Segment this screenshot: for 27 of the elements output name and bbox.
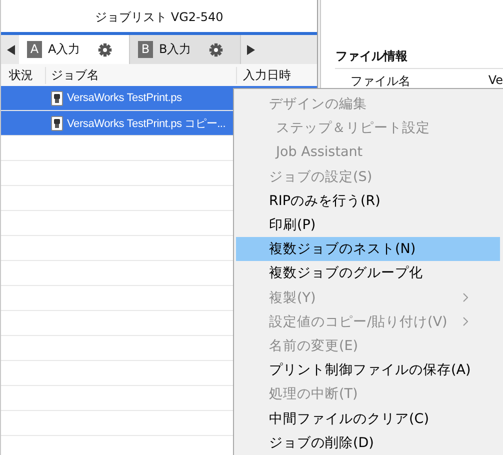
file-icon — [51, 116, 63, 130]
queue-badge: B — [138, 41, 153, 58]
field-label: ファイル名 — [350, 73, 412, 90]
menu-item[interactable]: ジョブの削除(D) — [234, 430, 503, 455]
settings-icon[interactable] — [209, 42, 223, 56]
scroll-left-icon[interactable] — [7, 44, 15, 54]
column-header[interactable]: 状況 — [1, 66, 46, 84]
queue-badge: A — [27, 41, 42, 58]
menu-item[interactable]: プリント制御ファイルの保存(A) — [234, 358, 503, 382]
menu-item[interactable]: 複数ジョブのグループ化 — [234, 261, 503, 286]
menu-item[interactable]: 中間ファイルのクリア(C) — [234, 406, 503, 431]
column-header[interactable]: ジョブ名 — [46, 66, 237, 84]
job-name: VersaWorks TestPrint.ps コピー... — [67, 116, 226, 130]
menu-item[interactable]: RIPのみを行う(R) — [234, 188, 503, 213]
file-icon — [51, 90, 63, 106]
queue-tab[interactable]: B B入力 — [130, 35, 241, 64]
menu-item[interactable]: 複数ジョブのネスト(N) — [236, 237, 500, 262]
tab-label: B入力 — [159, 41, 192, 58]
scroll-right-icon[interactable] — [247, 44, 255, 54]
queue-tab[interactable]: A A入力 — [19, 35, 130, 64]
column-header[interactable]: 入力日時 — [237, 66, 291, 84]
job-name: VersaWorks TestPrint.ps — [67, 92, 182, 104]
settings-icon[interactable] — [98, 42, 112, 56]
menu-item[interactable]: 印刷(P) — [234, 212, 503, 238]
field-value: Ve — [488, 73, 503, 89]
tab-label: A入力 — [48, 41, 82, 58]
section-title: ファイル情報 — [335, 48, 503, 69]
